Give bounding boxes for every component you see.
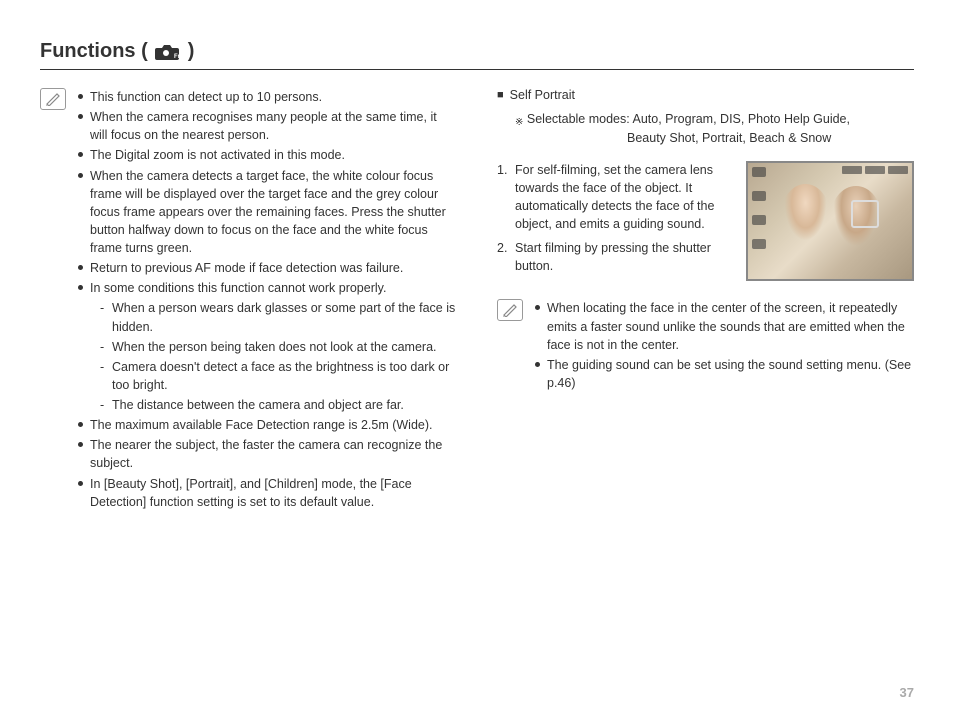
list-item: The distance between the camera and obje…: [90, 396, 457, 414]
page-number: 37: [900, 685, 914, 700]
list-item: In [Beauty Shot], [Portrait], and [Child…: [76, 475, 457, 511]
title-close: ): [188, 40, 195, 63]
list-item: The guiding sound can be set using the s…: [533, 356, 914, 392]
list-item: The Digital zoom is not activated in thi…: [76, 146, 457, 164]
page-title: Functions ( Fn ): [40, 40, 914, 70]
note-icon: [497, 299, 523, 321]
list-item: The maximum available Face Detection ran…: [76, 416, 457, 434]
list-item: When a person wears dark glasses or some…: [90, 299, 457, 335]
list-item: When the person being taken does not loo…: [90, 338, 457, 356]
list-item: When the camera recognises many people a…: [76, 108, 457, 144]
note-list: When locating the face in the center of …: [533, 299, 914, 392]
face-detect-frame-icon: [851, 200, 879, 228]
list-item: Start filming by pressing the shutter bu…: [497, 239, 734, 275]
camera-lcd-preview: [746, 161, 914, 281]
title-text: Functions (: [40, 40, 148, 63]
section-marker-icon: ■: [497, 89, 504, 101]
list-item: Camera doesn't detect a face as the brig…: [90, 358, 457, 394]
list-item: When locating the face in the center of …: [533, 299, 914, 353]
selectable-modes: ※ Selectable modes: Auto, Program, DIS, …: [497, 110, 914, 147]
list-item: When the camera detects a target face, t…: [76, 167, 457, 258]
section-heading: Self Portrait: [510, 88, 575, 102]
list-item: The nearer the subject, the faster the c…: [76, 436, 457, 472]
note-icon: [40, 88, 66, 110]
svg-text:Fn: Fn: [174, 54, 182, 60]
list-item: This function can detect up to 10 person…: [76, 88, 457, 106]
step-list: For self-filming, set the camera lens to…: [497, 161, 734, 276]
reference-mark-icon: ※: [515, 117, 523, 128]
list-item: For self-filming, set the camera lens to…: [497, 161, 734, 234]
note-list: This function can detect up to 10 person…: [76, 88, 457, 511]
camera-fn-icon: Fn: [154, 43, 182, 61]
list-item: In some conditions this function cannot …: [76, 279, 457, 414]
list-item: Return to previous AF mode if face detec…: [76, 259, 457, 277]
